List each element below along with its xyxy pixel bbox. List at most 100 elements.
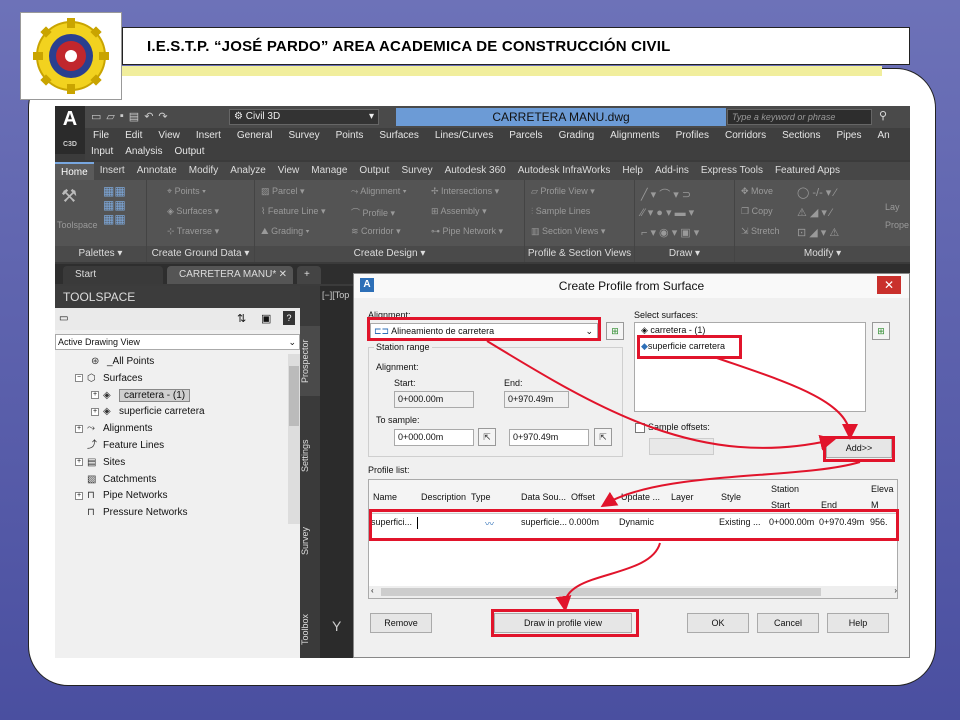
intersections-tool[interactable]: ✢ Intersections ▾ xyxy=(431,186,499,197)
expand-icon[interactable]: + xyxy=(75,424,83,433)
sample-start-input[interactable]: 0+000.00m xyxy=(394,429,474,446)
sample-end-input[interactable]: 0+970.49m xyxy=(509,429,589,446)
workspace-select[interactable]: ⚙ Civil 3D ▾ xyxy=(229,109,379,125)
menu-survey[interactable]: Survey xyxy=(280,128,327,144)
tab-home[interactable]: Home xyxy=(55,162,94,180)
tab-add-ins[interactable]: Add-ins xyxy=(649,162,695,180)
toolspace-view-select[interactable]: Active Drawing View ⌄ xyxy=(55,334,300,350)
draw-in-profile-view-button[interactable]: Draw in profile view xyxy=(494,613,632,633)
pick-station-icon[interactable]: ⇱ xyxy=(594,428,612,446)
group-label-create-design[interactable]: Create Design ▾ xyxy=(255,246,524,262)
surface-item-carretera[interactable]: ◈ carretera - (1) xyxy=(641,325,705,336)
profile-tool[interactable]: ⌒ Profile ▾ xyxy=(351,206,395,219)
modify-icons-row2[interactable]: ⚠ ◢ ▾ ⁄ xyxy=(797,206,832,219)
expand-icon[interactable]: + xyxy=(75,491,83,500)
remove-button[interactable]: Remove xyxy=(370,613,432,633)
menu-general[interactable]: General xyxy=(229,128,281,144)
collapse-icon[interactable]: − xyxy=(75,374,83,383)
tab-prospector[interactable]: Prospector xyxy=(300,326,320,396)
item-view-icon[interactable]: ▭ xyxy=(59,313,68,324)
menu-file[interactable]: File xyxy=(85,128,117,144)
close-tab-icon[interactable]: ✕ xyxy=(279,266,293,284)
toolspace-icon[interactable]: ⚒ xyxy=(61,186,77,207)
col-offset[interactable]: Offset xyxy=(571,492,595,502)
tree-item-pressure-networks[interactable]: ⊓ Pressure Networks xyxy=(55,505,285,522)
search-input[interactable]: Type a keyword or phrase xyxy=(727,109,872,125)
copy-tool[interactable]: ❐ Copy xyxy=(741,206,773,217)
col-update-mode[interactable]: Update ... xyxy=(621,492,660,502)
pipe-network-tool[interactable]: ⊶ Pipe Network ▾ xyxy=(431,226,503,237)
tab-annotate[interactable]: Annotate xyxy=(131,162,183,180)
menu-input[interactable]: Input xyxy=(85,144,119,160)
tree-scrollbar[interactable] xyxy=(288,354,300,524)
surfaces-tool[interactable]: ◈ Surfaces ▾ xyxy=(167,206,219,217)
menu-parcels[interactable]: Parcels xyxy=(501,128,550,144)
undo-icon[interactable]: ↶ xyxy=(144,110,153,123)
tab-survey[interactable]: Survey xyxy=(395,162,438,180)
move-tool[interactable]: ✥ Move xyxy=(741,186,773,197)
tab-output[interactable]: Output xyxy=(353,162,395,180)
pick-station-icon[interactable]: ⇱ xyxy=(478,428,496,446)
menu-analysis[interactable]: Analysis xyxy=(119,144,168,160)
alignment-tool[interactable]: ⤳ Alignment ▾ xyxy=(351,186,407,197)
menu-alignments[interactable]: Alignments xyxy=(602,128,667,144)
tree-item-superficie-carretera[interactable]: + ◈ superficie carretera xyxy=(55,404,285,421)
polyline-icons[interactable]: ⌐ ▾ ◉ ▾ ▣ ▾ xyxy=(641,226,699,239)
properties-tool[interactable]: Prope xyxy=(885,220,909,230)
feature-line-tool[interactable]: ⌇ Feature Line ▾ xyxy=(261,206,325,217)
traverse-tool[interactable]: ⊹ Traverse ▾ xyxy=(167,226,219,237)
scroll-thumb[interactable] xyxy=(381,588,821,596)
preview-icon[interactable]: ▣ xyxy=(261,312,271,325)
menu-insert[interactable]: Insert xyxy=(188,128,229,144)
tab-view[interactable]: View xyxy=(272,162,306,180)
close-icon[interactable]: ✕ xyxy=(877,276,901,294)
expand-icon[interactable]: + xyxy=(91,390,99,399)
menu-view[interactable]: View xyxy=(150,128,188,144)
modify-icons-row3[interactable]: ⊡ ◢ ▾ ⚠ xyxy=(797,226,839,239)
menu-output[interactable]: Output xyxy=(169,144,211,160)
cell-name[interactable]: superfici... xyxy=(371,517,412,527)
tab-insert[interactable]: Insert xyxy=(94,162,131,180)
tab-autodesk-360[interactable]: Autodesk 360 xyxy=(439,162,512,180)
print-icon[interactable]: ▤ xyxy=(129,110,139,123)
save-icon[interactable]: ▪ xyxy=(120,110,124,123)
tab-infraworks[interactable]: Autodesk InfraWorks xyxy=(512,162,617,180)
col-name[interactable]: Name xyxy=(373,492,397,502)
tab-settings[interactable]: Settings xyxy=(300,426,320,486)
col-description[interactable]: Description xyxy=(421,492,466,502)
col-elevation-min[interactable]: M xyxy=(871,500,879,510)
corridor-tool[interactable]: ≋ Corridor ▾ xyxy=(351,226,401,237)
ok-button[interactable]: OK xyxy=(687,613,749,633)
tab-start[interactable]: Start xyxy=(63,266,163,284)
expand-icon[interactable]: + xyxy=(75,458,83,467)
expand-icon[interactable]: + xyxy=(91,407,99,416)
prospector-toggle-icon[interactable]: ⇅ xyxy=(237,312,246,325)
col-data-source[interactable]: Data Sou... xyxy=(521,492,566,502)
tab-modify[interactable]: Modify xyxy=(183,162,224,180)
line-arc-icons[interactable]: ╱ ▾ ⌒ ▾ ⊃ xyxy=(641,186,691,202)
pick-surface-icon[interactable]: ⊞ xyxy=(872,322,890,340)
stretch-tool[interactable]: ⇲ Stretch xyxy=(741,226,780,237)
scroll-thumb[interactable] xyxy=(289,366,299,426)
menu-analysis-truncated[interactable]: An xyxy=(869,128,897,144)
group-label-draw[interactable]: Draw ▾ xyxy=(635,246,734,262)
group-label-profile-section-views[interactable]: Profile & Section Views xyxy=(525,246,634,262)
menu-profiles[interactable]: Profiles xyxy=(668,128,717,144)
table-hscrollbar[interactable]: ‹ › xyxy=(369,586,897,598)
open-icon[interactable]: ▱ xyxy=(106,110,114,123)
new-icon[interactable]: ▭ xyxy=(91,110,101,123)
new-tab-button[interactable]: + xyxy=(297,266,321,284)
tree-item-feature-lines[interactable]: ⤴ Feature Lines xyxy=(55,438,285,455)
cancel-button[interactable]: Cancel xyxy=(757,613,819,633)
tab-survey[interactable]: Survey xyxy=(300,516,320,566)
col-type[interactable]: Type xyxy=(471,492,491,502)
menu-sections[interactable]: Sections xyxy=(774,128,828,144)
col-layer[interactable]: Layer xyxy=(671,492,694,502)
tab-help[interactable]: Help xyxy=(616,162,649,180)
scroll-right-icon[interactable]: › xyxy=(894,586,897,595)
palette-grid-icon[interactable]: ▦▦ ▦▦ ▦▦ xyxy=(103,184,126,226)
profile-view-tool[interactable]: ▱ Profile View ▾ xyxy=(531,186,595,197)
parcel-tool[interactable]: ▨ Parcel ▾ xyxy=(261,186,305,197)
viewport-label[interactable]: [−][Top xyxy=(322,290,349,300)
tree-item-carretera[interactable]: + ◈ carretera - (1) xyxy=(55,388,285,405)
